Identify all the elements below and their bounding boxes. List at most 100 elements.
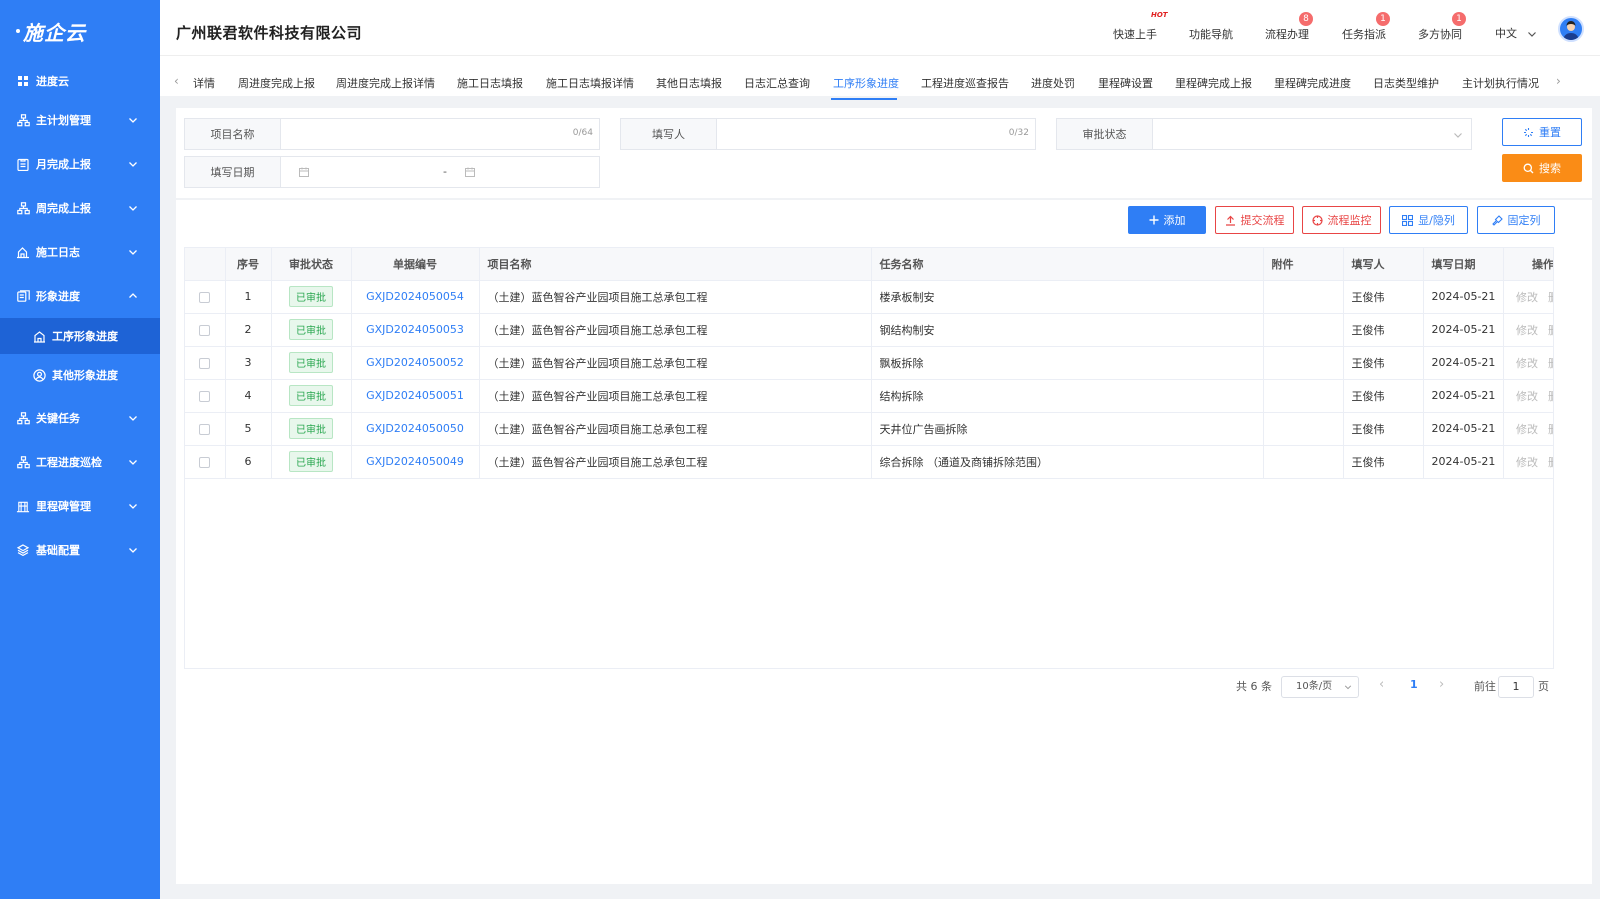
menu-process-handling[interactable]: 8 流程办理: [1265, 12, 1313, 42]
tab-process-progress[interactable]: 工序形象进度: [833, 75, 899, 91]
edit-link[interactable]: 修改: [1516, 423, 1538, 436]
page-size-select[interactable]: 10条/页: [1281, 676, 1359, 698]
status-select[interactable]: [1153, 119, 1471, 149]
sidebar-item-monthly-report[interactable]: 月完成上报: [0, 147, 160, 181]
row-checkbox[interactable]: [199, 357, 211, 369]
date-range-input[interactable]: -: [281, 157, 599, 187]
tab-log-fill[interactable]: 施工日志填报: [457, 75, 523, 91]
edit-link[interactable]: 修改: [1516, 291, 1538, 304]
row-select-cell[interactable]: [185, 313, 226, 347]
menu-label: 任务指派: [1342, 28, 1386, 41]
edit-link[interactable]: 修改: [1516, 456, 1538, 469]
page-number-current[interactable]: 1: [1410, 678, 1418, 691]
tab-plan-execution[interactable]: 主计划执行情况: [1462, 75, 1539, 91]
tab-log-fill-detail[interactable]: 施工日志填报详情: [546, 75, 634, 91]
tab-inspection-report[interactable]: 工程进度巡查报告: [921, 75, 1009, 91]
tab-weekly-report[interactable]: 周进度完成上报: [238, 75, 315, 91]
filler-cell: 王俊伟: [1343, 412, 1424, 446]
tab-milestone-setting[interactable]: 里程碑设置: [1098, 75, 1153, 91]
sidebar-sub-process-progress[interactable]: 工序形象进度: [0, 318, 160, 354]
delete-link[interactable]: 删除: [1548, 324, 1553, 337]
row-select-cell[interactable]: [185, 379, 226, 413]
row-checkbox[interactable]: [199, 291, 211, 303]
document-code-link[interactable]: GXJD2024050053: [366, 323, 464, 336]
sidebar-item-label: 形象进度: [36, 290, 80, 303]
menu-collaboration[interactable]: 1 多方协同: [1418, 12, 1466, 42]
tab-log-type[interactable]: 日志类型维护: [1373, 75, 1439, 91]
project-name-input[interactable]: [281, 119, 599, 149]
delete-link[interactable]: 删除: [1548, 423, 1553, 436]
row-checkbox[interactable]: [199, 423, 211, 435]
user-avatar-icon: [1563, 21, 1579, 40]
next-page-icon[interactable]: ›: [1439, 677, 1444, 692]
code-cell: GXJD2024050051: [351, 379, 480, 413]
status-badge: 已审批: [289, 385, 333, 406]
delete-link[interactable]: 删除: [1548, 357, 1553, 370]
row-select-cell[interactable]: [185, 346, 226, 380]
add-button[interactable]: 添加: [1128, 206, 1206, 234]
edit-link[interactable]: 修改: [1516, 390, 1538, 403]
sidebar-item-master-plan[interactable]: 主计划管理: [0, 103, 160, 137]
row-checkbox[interactable]: [199, 456, 211, 468]
select-all-cell[interactable]: [185, 248, 226, 281]
avatar[interactable]: [1558, 16, 1584, 42]
sidebar-sub-other-progress[interactable]: 其他形象进度: [0, 357, 160, 393]
goto-page-input[interactable]: 1: [1498, 676, 1534, 698]
date-cell: 2024-05-21: [1423, 379, 1504, 413]
menu-task-assign[interactable]: 1 任务指派: [1342, 12, 1390, 42]
tab-log-summary[interactable]: 日志汇总查询: [744, 75, 810, 91]
actions-cell: 修改删除: [1503, 412, 1553, 446]
attachment-cell: [1263, 346, 1344, 380]
monitor-flow-button[interactable]: 流程监控: [1302, 206, 1381, 234]
menu-quick-start[interactable]: HOT 快速上手: [1113, 11, 1168, 42]
document-code-link[interactable]: GXJD2024050049: [366, 455, 464, 468]
sidebar-item-milestone[interactable]: 里程碑管理: [0, 489, 160, 523]
upload-icon: [1225, 215, 1236, 226]
tab-milestone-report[interactable]: 里程碑完成上报: [1175, 75, 1252, 91]
tab-weekly-report-detail[interactable]: 周进度完成上报详情: [336, 75, 435, 91]
tab-other-log[interactable]: 其他日志填报: [656, 75, 722, 91]
reset-button[interactable]: 重置: [1502, 118, 1582, 146]
tab-scroll-left-icon[interactable]: ‹: [174, 74, 179, 88]
toggle-columns-button[interactable]: 显/隐列: [1389, 206, 1468, 234]
document-code-link[interactable]: GXJD2024050050: [366, 422, 464, 435]
tab-penalty[interactable]: 进度处罚: [1031, 75, 1075, 91]
document-code-link[interactable]: GXJD2024050052: [366, 356, 464, 369]
tab-milestone-progress[interactable]: 里程碑完成进度: [1274, 75, 1351, 91]
sidebar-item-key-tasks[interactable]: 关键任务: [0, 401, 160, 435]
pin-icon: [1491, 214, 1503, 226]
edit-link[interactable]: 修改: [1516, 324, 1538, 337]
document-code-link[interactable]: GXJD2024050054: [366, 290, 464, 303]
sidebar-item-progress-cloud[interactable]: 进度云: [0, 64, 160, 98]
submit-flow-button[interactable]: 提交流程: [1215, 206, 1294, 234]
search-button[interactable]: 搜索: [1502, 154, 1582, 182]
row-select-cell[interactable]: [185, 445, 226, 479]
sidebar-item-image-progress[interactable]: 形象进度: [0, 279, 160, 313]
sidebar-item-weekly-report[interactable]: 周完成上报: [0, 191, 160, 225]
sidebar-item-base-config[interactable]: 基础配置: [0, 533, 160, 567]
menu-label: 多方协同: [1418, 28, 1462, 41]
row-checkbox[interactable]: [199, 390, 211, 402]
search-panel: 项目名称 0/64 填写人 0/32 审批状态 填写日期 - 重置 搜索: [176, 108, 1592, 198]
row-select-cell[interactable]: [185, 412, 226, 446]
row-checkbox[interactable]: [199, 324, 211, 336]
delete-link[interactable]: 删除: [1548, 291, 1553, 304]
status-badge: 已审批: [289, 352, 333, 373]
fix-columns-button[interactable]: 固定列: [1477, 206, 1555, 234]
menu-function-nav[interactable]: 功能导航: [1189, 26, 1233, 42]
filler-input[interactable]: [717, 119, 1035, 149]
chevron-down-icon: [129, 460, 137, 465]
language-select[interactable]: 中文: [1495, 25, 1537, 41]
logo: 施企云: [0, 0, 160, 62]
prev-page-icon[interactable]: ‹: [1379, 677, 1384, 692]
document-code-link[interactable]: GXJD2024050051: [366, 389, 464, 402]
sidebar-item-construction-log[interactable]: 施工日志: [0, 235, 160, 269]
delete-link[interactable]: 删除: [1548, 390, 1553, 403]
filler-cell: 王俊伟: [1343, 445, 1424, 479]
delete-link[interactable]: 删除: [1548, 456, 1553, 469]
sidebar-item-inspection[interactable]: 工程进度巡检: [0, 445, 160, 479]
tab-detail[interactable]: 详情: [193, 75, 215, 91]
edit-link[interactable]: 修改: [1516, 357, 1538, 370]
tab-scroll-right-icon[interactable]: ›: [1556, 74, 1561, 88]
row-select-cell[interactable]: [185, 280, 226, 314]
